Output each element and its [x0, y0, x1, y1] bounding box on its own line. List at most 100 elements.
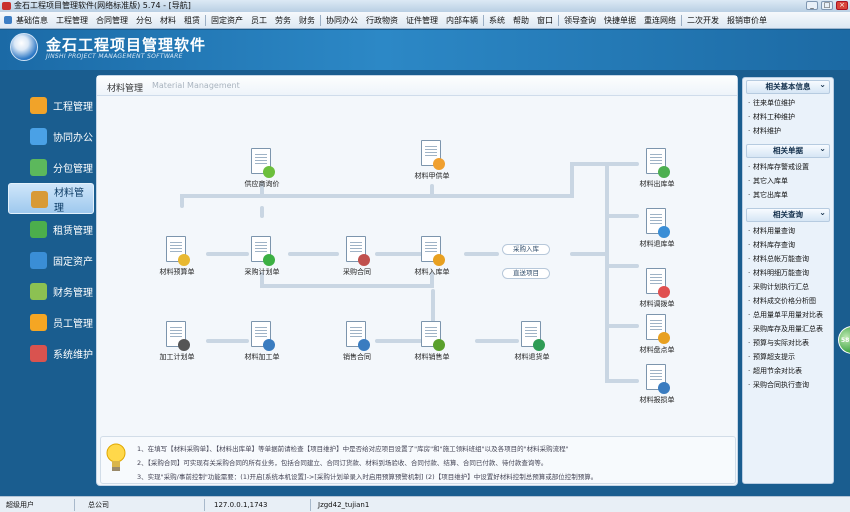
side-link[interactable]: 往来单位维护 — [743, 96, 833, 110]
maximize-button[interactable]: □ — [821, 1, 833, 10]
flow-node-sales-contract[interactable]: 销售合同 — [322, 321, 392, 362]
side-link[interactable]: 材料工种维护 — [743, 110, 833, 124]
nav-item-label: 工程管理 — [53, 102, 93, 113]
brand-logo-icon — [10, 33, 38, 61]
menu-item[interactable]: 帮助 — [509, 12, 533, 28]
flow-node-process-order[interactable]: 材料加工单 — [227, 321, 297, 362]
side-link[interactable]: 预算与实际对比表 — [743, 336, 833, 350]
side-link[interactable]: 采购库存及用量汇总表 — [743, 322, 833, 336]
nav-item[interactable]: 租赁管理 — [0, 214, 96, 245]
flow-node-label: 加工计划单 — [159, 353, 195, 361]
side-link[interactable]: 材料库存警戒设置 — [743, 160, 833, 174]
flow-node-sales-order[interactable]: 材料销售单 — [397, 321, 467, 362]
flow-node-label: 材料调拨单 — [639, 300, 675, 308]
supplier-price-icon — [249, 148, 275, 178]
flow-node-inbound[interactable]: 材料入库单 — [397, 236, 467, 277]
lightbulb-icon — [106, 443, 126, 471]
flow-node-supplier-price[interactable]: 供应商询价 — [227, 148, 297, 189]
flow-node-transfer[interactable]: 材料调拨单 — [622, 268, 692, 309]
side-section-header[interactable]: 相关单据 — [746, 143, 830, 158]
menu-item[interactable]: 领导查询 — [560, 12, 600, 28]
side-link[interactable]: 材料总帐万能查询 — [743, 252, 833, 266]
menu-item[interactable]: 财务 — [295, 12, 319, 28]
side-link[interactable]: 材料明细万能查询 — [743, 266, 833, 280]
status-company: 总公司 — [88, 501, 109, 509]
nav-item[interactable]: 固定资产 — [0, 245, 96, 276]
side-link[interactable]: 超用节余对比表 — [743, 364, 833, 378]
office-icon — [30, 128, 47, 145]
nav-item[interactable]: 系统维护 — [0, 338, 96, 369]
flow-node-label: 材料入库单 — [414, 268, 450, 276]
nav-item-label: 租赁管理 — [53, 226, 93, 237]
inbound-icon — [419, 236, 445, 266]
menu-item[interactable]: 快捷单据 — [600, 12, 640, 28]
direct-to-project-tag: 直送项目 — [502, 268, 550, 279]
menu-item[interactable]: 基础信息 — [0, 12, 52, 28]
out-return-icon — [644, 208, 670, 238]
side-link[interactable]: 材料用量查询 — [743, 224, 833, 238]
menu-item[interactable]: 劳务 — [271, 12, 295, 28]
menu-item[interactable]: 内部车辆 — [442, 12, 482, 28]
menu-item[interactable]: 系统 — [485, 12, 509, 28]
staff-icon — [30, 314, 47, 331]
menu-item[interactable]: 二次开发 — [683, 12, 723, 28]
outbound-icon — [644, 148, 670, 178]
side-link[interactable]: 材料成交价格分析图 — [743, 294, 833, 308]
flow-node-purchase-plan[interactable]: 采购计划单 — [227, 236, 297, 277]
flow-node-purchase-contract[interactable]: 采购合同 — [322, 236, 392, 277]
nav-item[interactable]: 工程管理 — [0, 90, 96, 121]
side-link[interactable]: 总用量单平用量对比表 — [743, 308, 833, 322]
flow-node-label: 供应商询价 — [244, 180, 280, 188]
flow-node-label: 材料甲供单 — [414, 172, 450, 180]
menu-item[interactable]: 员工 — [247, 12, 271, 28]
side-section-header[interactable]: 相关查询 — [746, 207, 830, 222]
side-link[interactable]: 采购合同执行查询 — [743, 378, 833, 392]
side-link[interactable]: 材料库存查询 — [743, 238, 833, 252]
nav-item-label: 材料管理 — [54, 187, 84, 214]
main-panel: 材料管理 Material Management 采购入库 直送项目 供应商询价… — [96, 75, 738, 486]
nav-item[interactable]: 协同办公 — [0, 121, 96, 152]
flow-node-return-order[interactable]: 材料退货单 — [497, 321, 567, 362]
flow-node-material-dispatch[interactable]: 材料甲供单 — [397, 140, 467, 181]
menu-item[interactable]: 材料 — [156, 12, 180, 28]
menu-item[interactable]: 窗口 — [533, 12, 557, 28]
side-link[interactable]: 材料维护 — [743, 124, 833, 138]
flow-node-budget[interactable]: 材料预算单 — [142, 236, 212, 277]
close-button[interactable]: × — [836, 1, 848, 10]
flow-node-label: 采购计划单 — [244, 268, 280, 276]
menu-item[interactable]: 协同办公 — [322, 12, 362, 28]
minimize-button[interactable]: _ — [806, 1, 818, 10]
side-section-header[interactable]: 相关基本信息 — [746, 79, 830, 94]
side-link[interactable]: 采购计划执行汇总 — [743, 280, 833, 294]
flow-node-outbound[interactable]: 材料出库单 — [622, 148, 692, 189]
nav-item[interactable]: 员工管理 — [0, 307, 96, 338]
status-user: 超级用户 — [6, 501, 34, 509]
menu-item[interactable]: 固定资产 — [207, 12, 247, 28]
menu-item[interactable]: 合同管理 — [92, 12, 132, 28]
side-link[interactable]: 预算超支提示 — [743, 350, 833, 364]
return-order-icon — [519, 321, 545, 351]
menu-item[interactable]: 报销审价单 — [723, 12, 771, 28]
menu-item[interactable]: 工程管理 — [52, 12, 92, 28]
flow-node-stock-check[interactable]: 材料盘点单 — [622, 314, 692, 355]
flow-node-out-return[interactable]: 材料退库单 — [622, 208, 692, 249]
brand-title: 金石工程项目管理软件 — [46, 36, 207, 54]
nav-item-label: 系统维护 — [53, 350, 93, 361]
menu-item[interactable]: 证件管理 — [402, 12, 442, 28]
menu-item[interactable]: 分包 — [132, 12, 156, 28]
menu-item[interactable]: 行政物资 — [362, 12, 402, 28]
system-icon — [30, 345, 47, 362]
menu-item[interactable]: 租赁 — [180, 12, 204, 28]
nav-item[interactable]: 分包管理 — [0, 152, 96, 183]
flow-node-loss[interactable]: 材料报损单 — [622, 364, 692, 405]
side-float-button[interactable]: 58 — [838, 326, 850, 354]
loss-icon — [644, 364, 670, 394]
side-link[interactable]: 其它入库单 — [743, 174, 833, 188]
menu-item[interactable]: 重连网络 — [640, 12, 680, 28]
flow-node-process-plan[interactable]: 加工计划单 — [142, 321, 212, 362]
status-bar: 超级用户 总公司 127.0.0.1,1743 Jzgd42_tujian1 — [0, 496, 850, 512]
side-link[interactable]: 其它出库单 — [743, 188, 833, 202]
nav-item[interactable]: 财务管理 — [0, 276, 96, 307]
nav-item[interactable]: 材料管理 — [8, 183, 94, 214]
window-title: 金石工程项目管理软件(网络标准版) 5.74 - [导航] — [14, 1, 191, 10]
